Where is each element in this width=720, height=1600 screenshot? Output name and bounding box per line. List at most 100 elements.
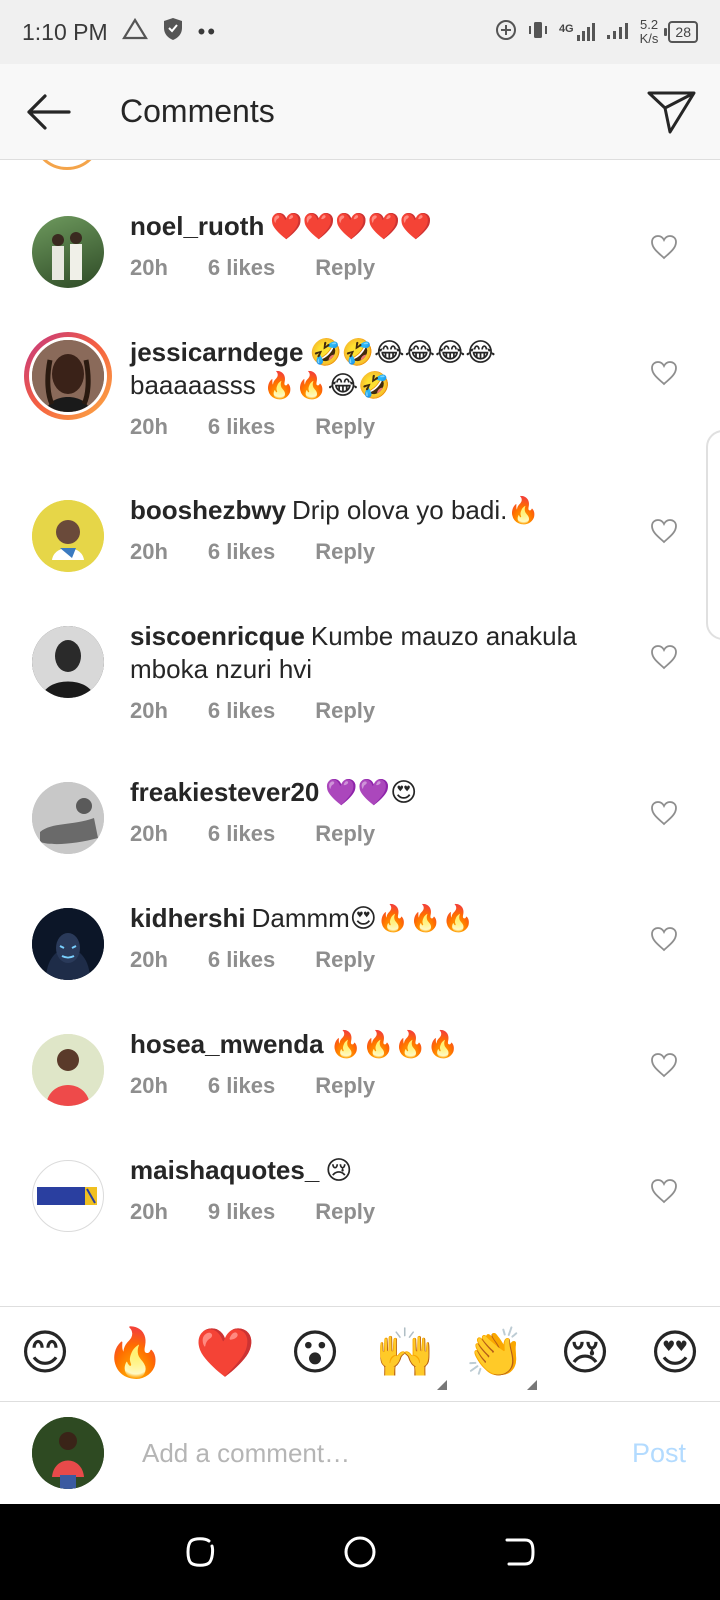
emoji-cry-button[interactable]: 😢: [549, 1324, 621, 1384]
reply-button[interactable]: Reply: [315, 1199, 375, 1225]
comment-username[interactable]: noel_ruoth: [130, 211, 264, 241]
comment-username[interactable]: siscoenricque: [130, 621, 305, 651]
status-bar: 1:10 PM •• 4G 5.2 K/s 28: [0, 0, 720, 64]
avatar[interactable]: [32, 1034, 104, 1106]
avatar[interactable]: [32, 500, 104, 572]
warning-icon: [121, 17, 148, 46]
share-button[interactable]: [624, 64, 720, 160]
comment-meta: 20h 6 likes Reply: [130, 698, 610, 724]
reply-button[interactable]: Reply: [315, 698, 375, 724]
comment-composer: Post: [0, 1402, 720, 1504]
heart-icon[interactable]: [650, 234, 678, 260]
avatar[interactable]: [32, 160, 102, 170]
emoji-smile-button[interactable]: 😊: [9, 1324, 81, 1384]
comment-username[interactable]: kidhershi: [130, 903, 246, 933]
reply-button[interactable]: Reply: [315, 947, 375, 973]
comment-text: 😢: [325, 1155, 353, 1185]
comment-body: kidhershi Dammm😍🔥🔥🔥 20h 6 likes Reply: [130, 902, 610, 973]
status-time: 1:10 PM: [22, 18, 108, 45]
comment-time: 20h: [130, 698, 168, 723]
heart-icon[interactable]: [650, 800, 678, 826]
comment-likes[interactable]: 6 likes: [208, 539, 275, 565]
heart-icon[interactable]: [650, 518, 678, 544]
recents-button[interactable]: [170, 1522, 230, 1582]
my-avatar: [32, 1417, 104, 1489]
post-button[interactable]: Post: [632, 1438, 686, 1469]
shield-icon: [162, 17, 184, 47]
emoji-heart-eyes-button[interactable]: 😍: [639, 1324, 711, 1384]
avatar: [29, 337, 107, 415]
emoji-heart-button[interactable]: ❤️: [189, 1324, 261, 1384]
comment-likes[interactable]: 6 likes: [208, 414, 275, 440]
heart-icon[interactable]: [650, 1052, 678, 1078]
notification-dots-icon: ••: [197, 19, 218, 44]
edge-panel-handle[interactable]: [706, 430, 720, 640]
heart-icon[interactable]: [650, 360, 678, 386]
comment-meta: 20h 6 likes Reply: [130, 1073, 610, 1099]
send-icon: [647, 91, 696, 133]
comment-meta: 20h 6 likes Reply: [130, 821, 610, 847]
reply-button[interactable]: Reply: [315, 539, 375, 565]
maisha-quotes-logo: [37, 1185, 99, 1207]
comment-time: 20h: [130, 255, 168, 280]
comment-text: 💜💜😍: [325, 777, 418, 807]
comment-username[interactable]: booshezbwy: [130, 495, 286, 525]
back-nav-button[interactable]: [490, 1522, 550, 1582]
emoji-surprised-button[interactable]: 😮: [279, 1324, 351, 1384]
comment-body: hosea_mwenda 🔥🔥🔥🔥 20h 6 likes Reply: [130, 1028, 610, 1099]
reply-button[interactable]: Reply: [315, 821, 375, 847]
comment-body: jessicarndege 🤣🤣😂😂😂😂 baaaaasss 🔥🔥😂🤣 20h 6…: [130, 336, 610, 440]
comment-body: noel_ruoth ❤️❤️❤️❤️❤️ 20h 6 likes Reply: [130, 210, 610, 281]
comment-meta: 20h 6 likes Reply: [130, 255, 610, 281]
back-button[interactable]: [0, 64, 96, 160]
comment-username[interactable]: hosea_mwenda: [130, 1029, 324, 1059]
comments-header: Comments: [0, 64, 720, 160]
emoji-clap-button[interactable]: 👏: [459, 1324, 537, 1390]
comment-likes[interactable]: 9 likes: [208, 1199, 275, 1225]
vibrate-icon: [527, 19, 549, 45]
comment-username[interactable]: maishaquotes_: [130, 1155, 319, 1185]
reply-button[interactable]: Reply: [315, 1073, 375, 1099]
emoji-reaction-bar: 😊 🔥 ❤️ 😮 🙌 👏 😢 😍: [0, 1306, 720, 1402]
avatar[interactable]: [32, 1160, 104, 1232]
signal-icon: [606, 21, 630, 43]
skin-tone-indicator: [437, 1380, 447, 1390]
heart-icon[interactable]: [650, 644, 678, 670]
comment-text: Drip olova yo badi.🔥: [292, 495, 540, 525]
comment-meta: 20h 9 likes Reply: [130, 1199, 610, 1225]
comment-time: 20h: [130, 1073, 168, 1098]
avatar[interactable]: [32, 908, 104, 980]
heart-icon[interactable]: [650, 926, 678, 952]
comment-username[interactable]: jessicarndege: [130, 337, 303, 367]
reply-button[interactable]: Reply: [315, 414, 375, 440]
comment-likes[interactable]: 6 likes: [208, 821, 275, 847]
signal-4g-icon: 4G: [559, 23, 596, 41]
comment-likes[interactable]: 6 likes: [208, 255, 275, 281]
skin-tone-indicator: [527, 1380, 537, 1390]
comment-likes[interactable]: 6 likes: [208, 947, 275, 973]
comment-time: 20h: [130, 414, 168, 439]
back-nav-icon: [505, 1538, 535, 1566]
comment-text: Dammm😍🔥🔥🔥: [251, 903, 475, 933]
comment-body: maishaquotes_ 😢 20h 9 likes Reply: [130, 1154, 610, 1225]
comment-username[interactable]: freakiestever20: [130, 777, 319, 807]
comment-time: 20h: [130, 821, 168, 846]
avatar[interactable]: [32, 216, 104, 288]
avatar-story-ring[interactable]: [24, 332, 112, 420]
page-title: Comments: [120, 93, 275, 129]
comment-meta: 20h 6 likes Reply: [130, 539, 610, 565]
comment-time: 20h: [130, 539, 168, 564]
avatar[interactable]: [32, 782, 104, 854]
emoji-raised-hands-button[interactable]: 🙌: [369, 1324, 447, 1390]
reply-button[interactable]: Reply: [315, 255, 375, 281]
emoji-fire-button[interactable]: 🔥: [99, 1324, 171, 1384]
home-button[interactable]: [330, 1522, 390, 1582]
heart-icon[interactable]: [650, 1178, 678, 1204]
comment-likes[interactable]: 6 likes: [208, 698, 275, 724]
avatar[interactable]: [32, 626, 104, 698]
comment-input[interactable]: [142, 1437, 582, 1469]
back-arrow-icon: [27, 93, 71, 130]
comments-list[interactable]: noel_ruoth ❤️❤️❤️❤️❤️ 20h 6 likes Reply j…: [0, 160, 720, 1306]
comment-likes[interactable]: 6 likes: [208, 1073, 275, 1099]
home-icon: [344, 1536, 376, 1568]
